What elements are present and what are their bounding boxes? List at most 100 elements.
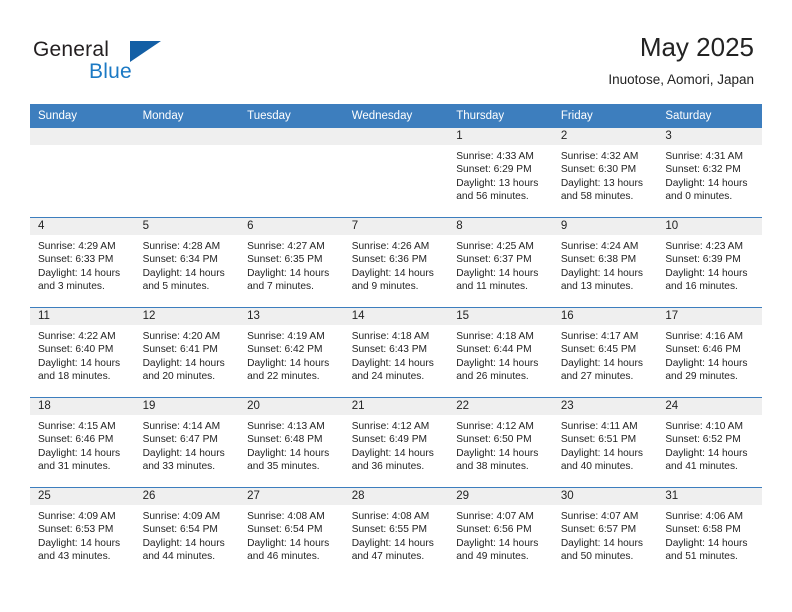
day-number: 31 bbox=[657, 488, 762, 505]
day-details: Sunrise: 4:22 AM Sunset: 6:40 PM Daylight:… bbox=[30, 325, 135, 384]
calendar-day-cell[interactable]: 22 Sunrise: 4:12 AM Sunset: 6:50 PM Dayligh… bbox=[448, 397, 553, 488]
calendar-day-cell[interactable]: 17 Sunrise: 4:16 AM Sunset: 6:46 PM Dayligh… bbox=[657, 307, 762, 398]
sunrise-time: Sunrise: 4:23 AM bbox=[665, 241, 743, 252]
daylight-duration-line1: Daylight: 14 hours bbox=[665, 357, 748, 369]
calendar-day-cell[interactable]: 31 Sunrise: 4:06 AM Sunset: 6:58 PM Dayligh… bbox=[657, 487, 762, 577]
day-details: Sunrise: 4:20 AM Sunset: 6:41 PM Daylight:… bbox=[135, 325, 240, 384]
day-number: 30 bbox=[552, 488, 658, 505]
calendar-day-cell[interactable]: 4 Sunrise: 4:29 AM Sunset: 6:33 PM Daylight… bbox=[30, 217, 135, 308]
calendar-day-cell[interactable]: 27 Sunrise: 4:08 AM Sunset: 6:54 PM Dayligh… bbox=[239, 487, 344, 577]
daylight-duration-line1: Daylight: 14 hours bbox=[456, 267, 539, 279]
sunset-time: Sunset: 6:51 PM bbox=[560, 434, 637, 446]
calendar-day-cell[interactable]: 18 Sunrise: 4:15 AM Sunset: 6:46 PM Dayligh… bbox=[30, 397, 135, 488]
calendar-day-cell[interactable]: 26 Sunrise: 4:09 AM Sunset: 6:54 PM Dayligh… bbox=[134, 487, 240, 577]
daylight-duration-line1: Daylight: 14 hours bbox=[247, 537, 330, 549]
daylight-duration-line2: and 40 minutes. bbox=[560, 461, 634, 473]
daylight-duration-line1: Daylight: 14 hours bbox=[456, 447, 539, 459]
sunrise-time: Sunrise: 4:09 AM bbox=[142, 511, 221, 522]
sunset-time: Sunset: 6:53 PM bbox=[38, 524, 114, 536]
calendar-day-cell[interactable]: 20 Sunrise: 4:13 AM Sunset: 6:48 PM Dayligh… bbox=[239, 397, 344, 488]
day-number bbox=[343, 128, 449, 145]
calendar-day-cell[interactable]: 3 Sunrise: 4:31 AM Sunset: 6:32 PM Daylight… bbox=[657, 128, 762, 218]
day-number bbox=[30, 128, 135, 145]
sunrise-time: Sunrise: 4:07 AM bbox=[456, 511, 534, 522]
sunset-time: Sunset: 6:41 PM bbox=[142, 344, 218, 356]
day-number: 10 bbox=[657, 218, 762, 235]
day-number: 11 bbox=[30, 308, 135, 325]
day-number: 23 bbox=[552, 398, 658, 415]
calendar-day-cell[interactable]: 24 Sunrise: 4:10 AM Sunset: 6:52 PM Dayligh… bbox=[657, 397, 762, 488]
calendar-day-cell[interactable]: 19 Sunrise: 4:14 AM Sunset: 6:47 PM Dayligh… bbox=[134, 397, 240, 488]
calendar-day-cell[interactable]: 28 Sunrise: 4:08 AM Sunset: 6:55 PM Dayligh… bbox=[343, 487, 449, 577]
calendar-day-cell[interactable]: 1 Sunrise: 4:33 AM Sunset: 6:29 PM Daylight… bbox=[448, 128, 553, 218]
day-number: 17 bbox=[657, 308, 762, 325]
weekday-header-thursday: Thursday bbox=[448, 104, 553, 128]
triangle-flag-icon bbox=[130, 41, 161, 62]
sunset-time: Sunset: 6:56 PM bbox=[456, 524, 532, 536]
calendar-day-cell[interactable]: 15 Sunrise: 4:18 AM Sunset: 6:44 PM Dayligh… bbox=[448, 307, 553, 398]
daylight-duration-line1: Daylight: 14 hours bbox=[665, 447, 748, 459]
daylight-duration-line2: and 26 minutes. bbox=[456, 371, 529, 383]
daylight-duration-line1: Daylight: 14 hours bbox=[560, 267, 643, 279]
sunrise-time: Sunrise: 4:12 AM bbox=[351, 421, 430, 432]
calendar-day-cell[interactable]: 25 Sunrise: 4:09 AM Sunset: 6:53 PM Dayligh… bbox=[30, 487, 135, 577]
calendar-day-cell[interactable]: 14 Sunrise: 4:18 AM Sunset: 6:43 PM Dayligh… bbox=[343, 307, 449, 398]
sunset-time: Sunset: 6:42 PM bbox=[247, 344, 323, 356]
daylight-duration-line1: Daylight: 14 hours bbox=[247, 447, 330, 459]
sunset-time: Sunset: 6:45 PM bbox=[560, 344, 637, 356]
daylight-duration-line1: Daylight: 14 hours bbox=[142, 357, 225, 369]
sunset-time: Sunset: 6:48 PM bbox=[247, 434, 323, 446]
title-block: May 2025 Inuotose, Aomori, Japan bbox=[608, 32, 754, 89]
day-details: Sunrise: 4:24 AM Sunset: 6:38 PM Daylight:… bbox=[553, 235, 658, 294]
general-blue-logo[interactable]: General Blue bbox=[33, 38, 273, 90]
calendar-day-cell[interactable]: 8 Sunrise: 4:25 AM Sunset: 6:37 PM Daylight… bbox=[448, 217, 553, 308]
daylight-duration-line1: Daylight: 14 hours bbox=[665, 177, 748, 189]
daylight-duration-line1: Daylight: 14 hours bbox=[560, 357, 643, 369]
day-details: Sunrise: 4:07 AM Sunset: 6:56 PM Daylight:… bbox=[448, 505, 553, 564]
sunrise-time: Sunrise: 4:18 AM bbox=[351, 331, 430, 342]
day-number bbox=[134, 128, 240, 145]
sunrise-time: Sunrise: 4:08 AM bbox=[351, 511, 430, 522]
calendar-day-cell[interactable]: 7 Sunrise: 4:26 AM Sunset: 6:36 PM Daylight… bbox=[343, 217, 449, 308]
daylight-duration-line2: and 18 minutes. bbox=[38, 371, 111, 383]
day-number: 5 bbox=[134, 218, 240, 235]
sunrise-time: Sunrise: 4:28 AM bbox=[142, 241, 221, 252]
daylight-duration-line1: Daylight: 14 hours bbox=[665, 267, 748, 279]
sunrise-time: Sunrise: 4:25 AM bbox=[456, 241, 534, 252]
calendar-table: Sunday Monday Tuesday Wednesday Thursday… bbox=[30, 104, 762, 577]
sunset-time: Sunset: 6:50 PM bbox=[456, 434, 532, 446]
weekday-header-monday: Monday bbox=[134, 104, 240, 128]
day-details: Sunrise: 4:08 AM Sunset: 6:54 PM Daylight:… bbox=[239, 505, 344, 564]
sunset-time: Sunset: 6:54 PM bbox=[142, 524, 218, 536]
calendar-day-cell[interactable]: 29 Sunrise: 4:07 AM Sunset: 6:56 PM Dayligh… bbox=[448, 487, 553, 577]
calendar-day-cell[interactable]: 30 Sunrise: 4:07 AM Sunset: 6:57 PM Dayligh… bbox=[552, 487, 658, 577]
sunset-time: Sunset: 6:43 PM bbox=[351, 344, 428, 356]
calendar-day-cell[interactable]: 11 Sunrise: 4:22 AM Sunset: 6:40 PM Dayligh… bbox=[30, 307, 135, 398]
sunset-time: Sunset: 6:37 PM bbox=[456, 254, 532, 266]
calendar-day-cell[interactable]: 6 Sunrise: 4:27 AM Sunset: 6:35 PM Daylight… bbox=[239, 217, 344, 308]
sunset-time: Sunset: 6:32 PM bbox=[665, 164, 741, 176]
calendar-day-cell[interactable]: 10 Sunrise: 4:23 AM Sunset: 6:39 PM Dayligh… bbox=[657, 217, 762, 308]
calendar-day-cell[interactable]: 13 Sunrise: 4:19 AM Sunset: 6:42 PM Dayligh… bbox=[239, 307, 344, 398]
calendar-day-cell[interactable]: 12 Sunrise: 4:20 AM Sunset: 6:41 PM Dayligh… bbox=[134, 307, 240, 398]
daylight-duration-line1: Daylight: 14 hours bbox=[38, 267, 121, 279]
daylight-duration-line2: and 38 minutes. bbox=[456, 461, 529, 473]
daylight-duration-line2: and 51 minutes. bbox=[665, 551, 738, 563]
day-details: Sunrise: 4:15 AM Sunset: 6:46 PM Daylight:… bbox=[30, 415, 135, 474]
sunset-time: Sunset: 6:49 PM bbox=[351, 434, 428, 446]
day-details: Sunrise: 4:31 AM Sunset: 6:32 PM Daylight:… bbox=[657, 145, 762, 204]
calendar-day-cell[interactable]: 5 Sunrise: 4:28 AM Sunset: 6:34 PM Daylight… bbox=[134, 217, 240, 308]
calendar-day-cell[interactable]: 21 Sunrise: 4:12 AM Sunset: 6:49 PM Dayligh… bbox=[343, 397, 449, 488]
daylight-duration-line2: and 31 minutes. bbox=[38, 461, 111, 473]
calendar-week-row: 18 Sunrise: 4:15 AM Sunset: 6:46 PM Dayligh… bbox=[30, 397, 762, 488]
calendar-day-cell[interactable]: 23 Sunrise: 4:11 AM Sunset: 6:51 PM Dayligh… bbox=[552, 397, 658, 488]
calendar-day-cell[interactable]: 16 Sunrise: 4:17 AM Sunset: 6:45 PM Dayligh… bbox=[552, 307, 658, 398]
daylight-duration-line2: and 27 minutes. bbox=[560, 371, 634, 383]
day-number: 13 bbox=[239, 308, 344, 325]
sunset-time: Sunset: 6:29 PM bbox=[456, 164, 532, 176]
daylight-duration-line2: and 41 minutes. bbox=[665, 461, 738, 473]
calendar-day-cell[interactable]: 2 Sunrise: 4:32 AM Sunset: 6:30 PM Daylight… bbox=[552, 128, 658, 218]
calendar-day-cell[interactable]: 9 Sunrise: 4:24 AM Sunset: 6:38 PM Daylight… bbox=[552, 217, 658, 308]
daylight-duration-line1: Daylight: 14 hours bbox=[560, 447, 643, 459]
day-details: Sunrise: 4:23 AM Sunset: 6:39 PM Daylight:… bbox=[657, 235, 762, 294]
